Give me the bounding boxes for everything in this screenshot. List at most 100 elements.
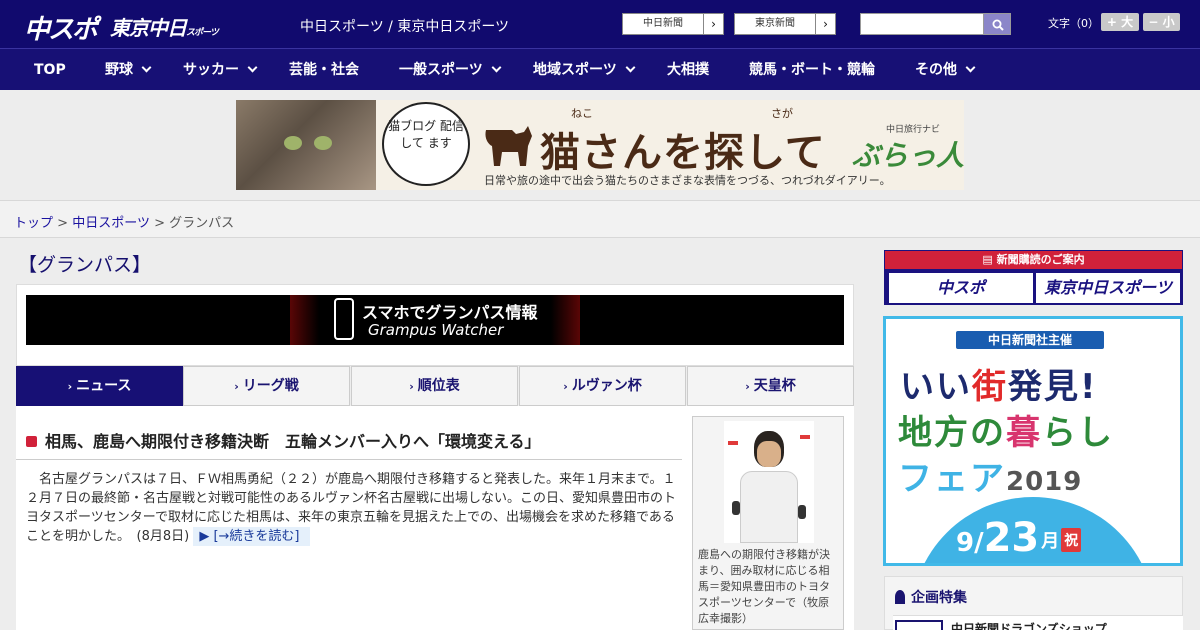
ad-title: 猫さんを探して xyxy=(540,130,826,176)
fair-line3: フェア2019 xyxy=(898,451,1082,500)
chunichi-shimbun-link[interactable]: 中日新聞 › xyxy=(622,13,724,35)
subscription-box: ▤ 新聞購読のご案内 中スポ 東京中日スポーツ xyxy=(884,250,1183,305)
nav-item-general-sports[interactable]: 一般スポーツ xyxy=(399,49,502,91)
cat-eye xyxy=(284,136,302,150)
cat-eye xyxy=(314,136,332,150)
fair-date: 9/23 月祝 xyxy=(956,515,1082,561)
nav-label: 芸能・社会 xyxy=(289,62,359,78)
photo-shirt xyxy=(740,471,798,543)
tokyo-chunichi-logo-text: 東京中日 xyxy=(110,16,187,40)
nav-item-racing[interactable]: 競馬・ボート・競輪 xyxy=(749,49,875,91)
font-smaller-button[interactable]: − 小 xyxy=(1143,13,1180,31)
tab-news[interactable]: › ニュース xyxy=(16,366,183,406)
search-input[interactable] xyxy=(860,13,984,35)
tab-bar: › ニュース › リーグ戦 › 順位表 › ルヴァン杯 › 天皇杯 xyxy=(16,366,854,406)
fair-line2-b: 暮 xyxy=(1006,413,1042,453)
breadcrumb-top[interactable]: トップ xyxy=(14,216,53,231)
fair-organizer: 中日新聞社主催 xyxy=(956,331,1104,349)
fair-line2: 地方の暮らし xyxy=(898,405,1114,454)
ad-banner[interactable]: 猫ブログ 配信して ます ねこ さが 猫さんを探して 日常や旅の途中で出会う猫た… xyxy=(236,100,964,190)
breadcrumb-current: グランパス xyxy=(169,216,235,231)
nav-label: 地域スポーツ xyxy=(533,62,617,78)
grampus-watcher-inner: スマホでグランパス情報 Grampus Watcher xyxy=(290,295,580,345)
fair-line1-b: 街 xyxy=(972,367,1008,407)
cat-photo xyxy=(236,100,376,190)
fair-line1-c: 発見! xyxy=(1008,367,1098,407)
tokyo-chunichi-logo[interactable]: 東京中日スポーツ xyxy=(110,12,219,41)
tab-label: ルヴァン杯 xyxy=(571,378,642,394)
fair-line3-text: フェア xyxy=(898,459,1006,499)
smartphone-icon xyxy=(334,298,354,340)
font-size-label: 文字（0） xyxy=(1048,17,1099,30)
special-features-box: 企画特集 中日新聞ドラゴンズショップ xyxy=(884,576,1183,630)
fair-date-month: 9/ xyxy=(956,528,984,558)
tab-label: リーグ戦 xyxy=(242,378,299,394)
nav-item-baseball[interactable]: 野球 xyxy=(105,49,152,91)
tab-label: ニュース xyxy=(76,378,132,394)
tab-league[interactable]: › リーグ戦 xyxy=(183,366,350,406)
breadcrumb-sep: > xyxy=(57,216,69,231)
headline-marker-icon xyxy=(26,436,37,447)
breadcrumb: トップ > 中日スポーツ > グランパス xyxy=(14,212,234,231)
ad-brand: ぶらっ人 xyxy=(852,139,964,172)
tab-levain-cup[interactable]: › ルヴァン杯 xyxy=(519,366,686,406)
microphone-icon xyxy=(798,505,806,519)
ext-link-label: 東京新聞 xyxy=(755,18,795,29)
nav-item-entertainment[interactable]: 芸能・社会 xyxy=(289,49,359,91)
speech-bubble: 猫ブログ 配信して ます xyxy=(382,102,470,186)
nav-label: 大相撲 xyxy=(667,62,709,78)
chevron-right-icon: › xyxy=(703,14,723,34)
tab-label: 順位表 xyxy=(417,378,460,394)
breadcrumb-bar: トップ > 中日スポーツ > グランパス xyxy=(0,200,1200,238)
tokyo-chunichi-logo-small: スポーツ xyxy=(186,28,219,38)
fair-holiday-badge: 祝 xyxy=(1061,528,1082,552)
nav-label: サッカー xyxy=(183,62,239,78)
chevron-right-icon: › xyxy=(67,380,73,393)
chevron-down-icon xyxy=(965,62,976,73)
nav-item-top[interactable]: TOP xyxy=(34,49,66,91)
nav-item-sumo[interactable]: 大相撲 xyxy=(667,49,709,91)
font-larger-button[interactable]: + 大 xyxy=(1101,13,1139,31)
special-feature-item[interactable]: 中日新聞ドラゴンズショップ xyxy=(893,615,1183,630)
article-headline[interactable]: 相馬、鹿島へ期限付き移籍決断 五輪メンバー入りへ「環境変える」 xyxy=(26,428,541,452)
search-button[interactable] xyxy=(983,13,1011,35)
chevron-right-icon: › xyxy=(234,380,239,393)
fair-year: 2019 xyxy=(1006,467,1083,497)
page-title: 【グランパス】 xyxy=(18,254,152,276)
article-photo[interactable] xyxy=(724,421,814,543)
fair-line2-a: 地方の xyxy=(898,413,1006,453)
nav-item-regional-sports[interactable]: 地域スポーツ xyxy=(533,49,636,91)
ext-link-label: 中日新聞 xyxy=(643,18,683,29)
play-icon: ▶ xyxy=(199,529,214,544)
app-banner-line2: Grampus Watcher xyxy=(368,321,504,339)
site-title[interactable]: 中日スポーツ / 東京中日スポーツ xyxy=(300,16,509,36)
sponsor-logo xyxy=(800,435,810,439)
subscribe-chuspo-button[interactable]: 中スポ xyxy=(889,273,1033,303)
fair-date-day: 23 xyxy=(983,515,1040,561)
tab-emperors-cup[interactable]: › 天皇杯 xyxy=(687,366,854,406)
nav-item-other[interactable]: その他 xyxy=(915,49,976,91)
local-life-fair-banner[interactable]: 中日新聞社主催 いい街発見! 地方の暮らし フェア2019 9/23 月祝 xyxy=(883,316,1183,566)
fair-line1-a: いい xyxy=(900,367,972,407)
tab-standings[interactable]: › 順位表 xyxy=(351,366,518,406)
read-more-link[interactable]: ▶ [→続きを読む] xyxy=(193,527,310,546)
subscription-header-text: 新聞購読のご案内 xyxy=(996,253,1085,266)
tokyo-shimbun-link[interactable]: 東京新聞 › xyxy=(734,13,836,35)
nav-item-soccer[interactable]: サッカー xyxy=(183,49,258,91)
chevron-down-icon xyxy=(491,62,502,73)
special-features-title-text: 企画特集 xyxy=(911,590,967,606)
ad-subtitle: 日常や旅の途中で出会う猫たちのさまざまな表情をつづる、つれづれダイアリー。 xyxy=(484,174,891,187)
breadcrumb-sep: > xyxy=(154,216,165,231)
breadcrumb-chuspo[interactable]: 中日スポーツ xyxy=(72,216,150,231)
microphone-icon xyxy=(732,501,740,515)
grampus-watcher-banner[interactable]: スマホでグランパス情報 Grampus Watcher xyxy=(26,295,844,345)
special-features-title: 企画特集 xyxy=(895,587,967,607)
chuspo-logo[interactable]: 中スポ xyxy=(24,9,98,46)
photo-caption: 鹿島への期限付き移籍が決まり、囲み取材に応じる相馬＝愛知県豊田市のトヨタスポーツ… xyxy=(698,548,830,625)
subscribe-tokyo-chunichi-button[interactable]: 東京中日スポーツ xyxy=(1036,273,1180,303)
shop-thumbnail xyxy=(895,620,943,630)
cat-silhouette-icon xyxy=(485,126,532,166)
chevron-down-icon xyxy=(141,62,152,73)
article-photo-box: 鹿島への期限付き移籍が決まり、囲み取材に応じる相馬＝愛知県豊田市のトヨタスポーツ… xyxy=(692,416,844,630)
article-body: 名古屋グランパスは７日、ＦＷ相馬勇紀（２２）が鹿島へ期限付き移籍すると発表した。… xyxy=(26,470,676,546)
